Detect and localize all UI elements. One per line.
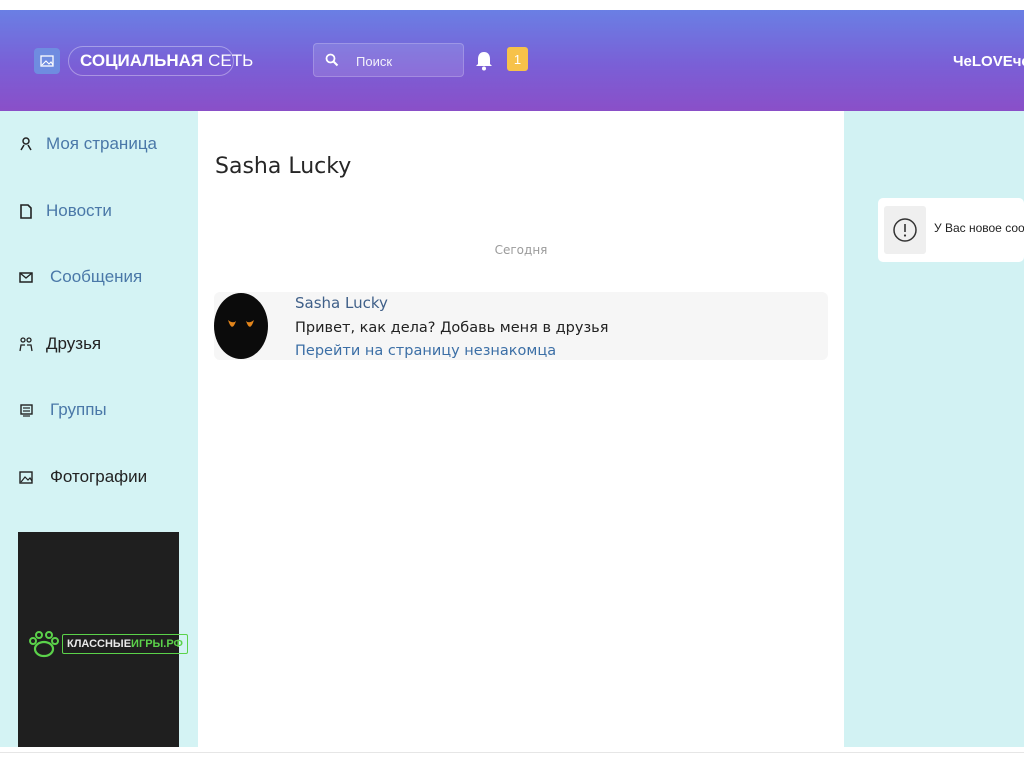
sidebar-item-label: Моя страница bbox=[46, 134, 158, 153]
visit-stranger-link[interactable]: Перейти на страницу незнакомца bbox=[295, 343, 556, 359]
sidebar-item-groups[interactable]: Группы bbox=[18, 398, 107, 422]
sidebar-item-my-page[interactable]: Моя страница bbox=[18, 132, 157, 156]
paw-icon bbox=[29, 631, 59, 658]
sidebar-item-label: Группы bbox=[50, 400, 107, 419]
alert-icon bbox=[893, 218, 917, 242]
sidebar-item-label: Друзья bbox=[46, 334, 102, 353]
brand-name-bold: СОЦИАЛЬНАЯ bbox=[80, 51, 204, 70]
bell-icon[interactable] bbox=[474, 50, 494, 72]
chat-panel: Sasha Lucky Сегодня Sasha Lucky Привет, … bbox=[198, 111, 844, 747]
sidebar-item-messages[interactable]: Сообщения bbox=[18, 265, 142, 289]
photo-icon bbox=[18, 469, 34, 485]
notification-text: У Вас новое сообщение bbox=[934, 221, 1024, 235]
search-icon bbox=[325, 53, 339, 67]
user-icon bbox=[18, 136, 34, 152]
message-author[interactable]: Sasha Lucky bbox=[295, 294, 388, 312]
logo-icon[interactable] bbox=[34, 48, 60, 74]
friends-icon bbox=[18, 336, 34, 352]
right-panel: У Вас новое сообщение bbox=[844, 111, 1024, 747]
sidebar-item-label: Сообщения bbox=[50, 267, 143, 286]
search-input[interactable] bbox=[354, 50, 458, 72]
chat-title: Sasha Lucky bbox=[215, 154, 352, 179]
ad-banner[interactable]: КЛАССНЫЕИГРЫ.РФ bbox=[18, 532, 188, 747]
envelope-icon bbox=[18, 269, 34, 285]
ad-brand-text: КЛАССНЫЕИГРЫ.РФ bbox=[62, 634, 188, 654]
sidebar-item-friends[interactable]: Друзья bbox=[18, 332, 101, 356]
alert-icon-box bbox=[884, 206, 926, 254]
message-item: Sasha Lucky Привет, как дела? Добавь мен… bbox=[214, 292, 828, 360]
sidebar-item-news[interactable]: Новости bbox=[18, 199, 112, 223]
top-header: СОЦИАЛЬНАЯ СЕТЬ 1 ЧеLOVEчек bbox=[0, 10, 1024, 111]
notification-badge[interactable]: 1 bbox=[507, 47, 528, 71]
search-box bbox=[313, 43, 464, 77]
avatar[interactable] bbox=[214, 293, 268, 359]
brand-name-normal: СЕТЬ bbox=[208, 51, 254, 70]
sidebar-item-label: Фотографии bbox=[50, 467, 148, 486]
sidebar-item-label: Новости bbox=[46, 201, 112, 220]
user-name[interactable]: ЧеLOVEчек bbox=[953, 53, 1024, 70]
group-icon bbox=[18, 402, 34, 418]
sidebar-item-photos[interactable]: Фотографии bbox=[18, 465, 147, 489]
message-text: Привет, как дела? Добавь меня в друзья П… bbox=[295, 320, 609, 359]
ad-logo: КЛАССНЫЕИГРЫ.РФ bbox=[28, 630, 188, 658]
page-divider bbox=[0, 752, 1024, 753]
notification-toast[interactable]: У Вас новое сообщение bbox=[878, 198, 1024, 262]
brand-logo[interactable]: СОЦИАЛЬНАЯ СЕТЬ bbox=[68, 46, 253, 76]
date-separator: Сегодня bbox=[494, 243, 548, 257]
document-icon bbox=[18, 203, 34, 219]
